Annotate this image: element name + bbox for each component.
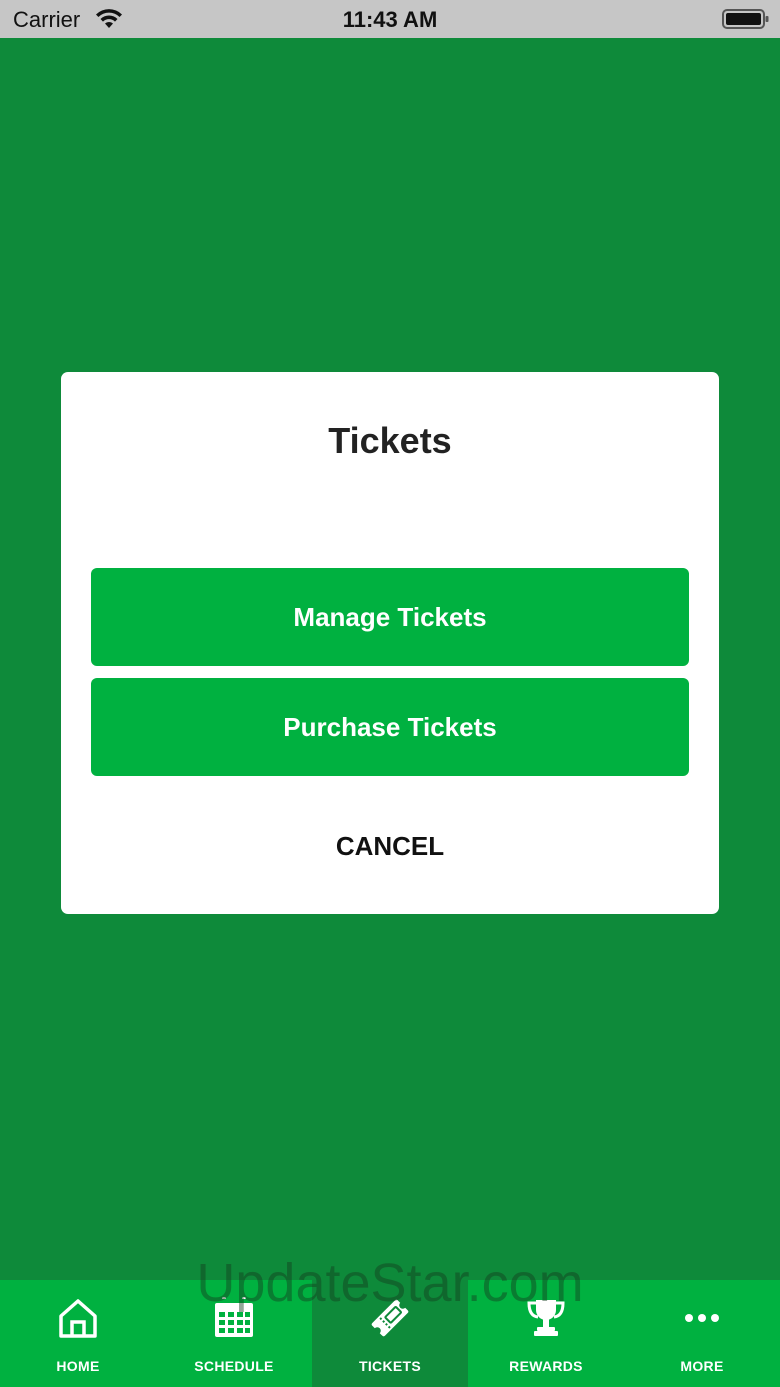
tab-home[interactable]: HOME: [0, 1280, 156, 1387]
tab-tickets[interactable]: TICKETS: [312, 1280, 468, 1387]
status-bar: Carrier 11:43 AM: [0, 0, 780, 38]
tab-bar: HOME SCHEDULE TICKETS REWARDS MORE: [0, 1280, 780, 1387]
cancel-button[interactable]: CANCEL: [61, 828, 719, 864]
battery-icon: [722, 9, 769, 29]
status-time: 11:43 AM: [342, 7, 438, 32]
tab-more[interactable]: MORE: [624, 1280, 780, 1387]
home-icon: [59, 1299, 97, 1338]
manage-tickets-button[interactable]: Manage Tickets: [91, 568, 689, 666]
calendar-icon: [215, 1297, 253, 1337]
tab-schedule[interactable]: SCHEDULE: [156, 1280, 312, 1387]
dialog-title: Tickets: [328, 420, 452, 461]
purchase-tickets-button[interactable]: Purchase Tickets: [91, 678, 689, 776]
tab-label: MORE: [680, 1358, 724, 1374]
tab-rewards[interactable]: REWARDS: [468, 1280, 624, 1387]
tab-label: SCHEDULE: [194, 1358, 274, 1374]
tickets-dialog: Tickets Manage Tickets Purchase Tickets …: [61, 372, 719, 914]
trophy-icon: [527, 1300, 565, 1336]
tab-label: REWARDS: [509, 1358, 583, 1374]
tab-label: TICKETS: [359, 1358, 421, 1374]
more-icon: [685, 1314, 719, 1322]
tab-label: HOME: [56, 1358, 100, 1374]
ticket-icon: [371, 1299, 409, 1337]
